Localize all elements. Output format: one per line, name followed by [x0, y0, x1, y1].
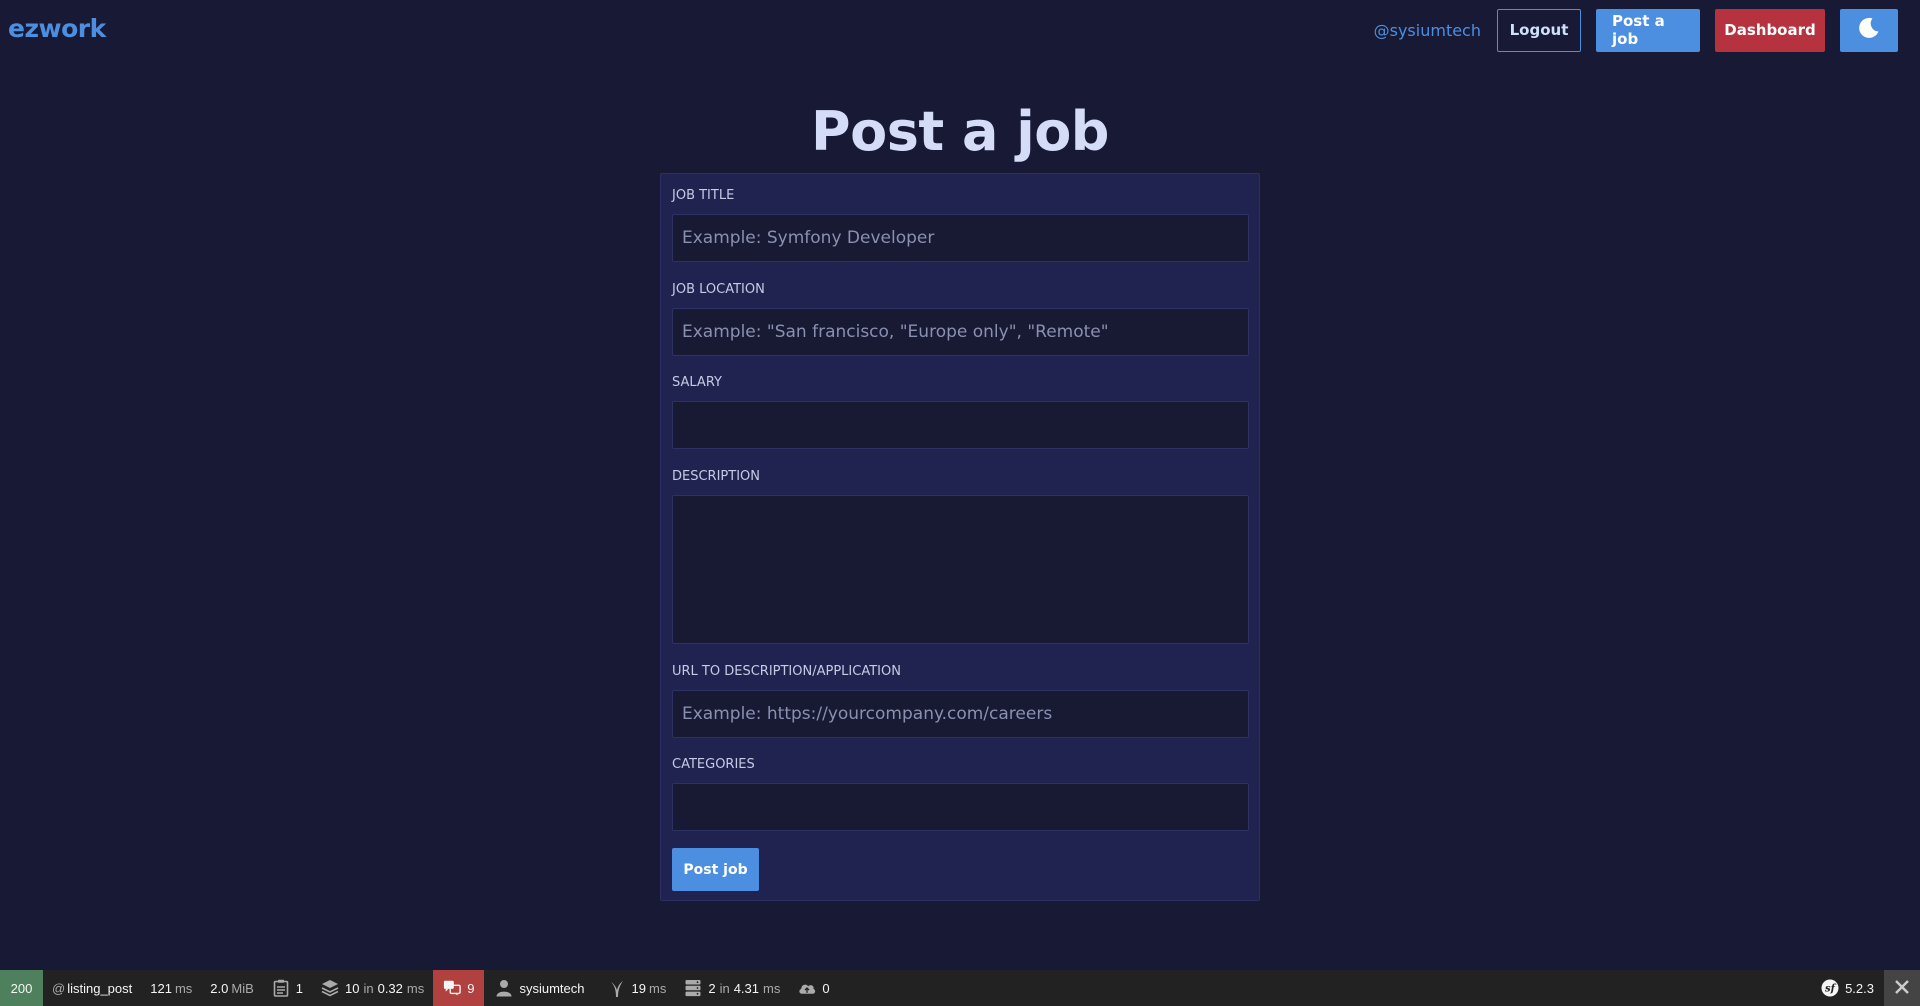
job-title-label: JOB TITLE	[672, 188, 735, 203]
post-job-submit-button[interactable]: Post job	[672, 848, 759, 891]
user-name: sysiumtech	[519, 980, 585, 996]
salary-label: SALARY	[672, 375, 722, 390]
status-code-badge[interactable]: 200	[0, 970, 43, 1006]
db-time: 4.31	[733, 980, 759, 996]
time-item[interactable]: 121 ms	[141, 970, 201, 1006]
symfony-logo-icon: sf	[1821, 979, 1839, 997]
time-value: 121	[150, 980, 172, 996]
categories-input[interactable]	[672, 783, 1249, 831]
toolbar-close-button[interactable]	[1884, 970, 1920, 1006]
route-prefix: @	[52, 980, 66, 996]
symfony-version: 5.2.3	[1845, 980, 1874, 996]
twig-item[interactable]: 19 ms	[594, 970, 676, 1006]
db-count: 2	[708, 980, 716, 996]
logs-item[interactable]: 1	[263, 970, 312, 1006]
db-in: in	[719, 980, 730, 996]
memory-unit: MiB	[231, 980, 254, 996]
post-job-form: JOB TITLE JOB LOCATION SALARY DESCRIPTIO…	[660, 173, 1260, 901]
theme-toggle-button[interactable]	[1840, 8, 1898, 52]
salary-input[interactable]	[672, 401, 1249, 449]
post-job-nav-button[interactable]: Post a job	[1596, 8, 1700, 52]
logs-count: 1	[295, 980, 303, 996]
logout-button[interactable]: Logout	[1497, 8, 1581, 52]
forms-item[interactable]: 10 in 0.32 ms	[312, 970, 433, 1006]
forms-in: in	[363, 980, 374, 996]
description-textarea[interactable]	[672, 495, 1249, 644]
database-item[interactable]: 2 in 4.31 ms	[675, 970, 789, 1006]
uploads-item[interactable]: 0	[789, 970, 838, 1006]
job-location-label: JOB LOCATION	[672, 282, 765, 297]
cloud-upload-icon	[798, 979, 816, 997]
brand-logo[interactable]: ezwork	[8, 14, 106, 43]
db-unit: ms	[763, 980, 781, 996]
job-location-input[interactable]	[672, 308, 1249, 356]
navbar: ezwork @sysiumtech Logout Post a job Das…	[0, 0, 1920, 62]
forms-time: 0.32	[377, 980, 403, 996]
categories-label: CATEGORIES	[672, 757, 755, 772]
url-input[interactable]	[672, 690, 1249, 738]
status-code: 200	[10, 980, 33, 996]
user-icon	[495, 979, 513, 997]
description-label: DESCRIPTION	[672, 469, 760, 484]
twig-time: 19	[631, 980, 646, 996]
clipboard-icon	[272, 979, 290, 997]
job-title-input[interactable]	[672, 214, 1249, 262]
twig-unit: ms	[648, 980, 667, 996]
memory-item[interactable]: 2.0 MiB	[201, 970, 262, 1006]
forms-unit: ms	[406, 980, 425, 996]
svg-text:sf: sf	[1825, 984, 1837, 995]
forms-count: 10	[345, 980, 360, 996]
toolbar-right: sf 5.2.3	[1812, 970, 1920, 1006]
page-title: Post a job	[811, 100, 1109, 163]
translation-item[interactable]: 9	[433, 970, 485, 1006]
debug-toolbar: 200 @ listing_post 121 ms 2.0 MiB 1 10 i…	[0, 970, 1920, 1006]
url-label: URL TO DESCRIPTION/APPLICATION	[672, 664, 901, 679]
symfony-version-item[interactable]: sf 5.2.3	[1812, 970, 1884, 1006]
time-unit: ms	[174, 980, 193, 996]
memory-value: 2.0	[210, 980, 229, 996]
uploads-count: 0	[822, 980, 830, 996]
moon-icon	[1857, 16, 1881, 44]
username-link[interactable]: @sysiumtech	[1374, 21, 1481, 40]
user-item[interactable]: sysiumtech	[484, 970, 593, 1006]
translation-count: 9	[467, 980, 475, 996]
close-icon	[1894, 979, 1910, 998]
translation-icon	[443, 979, 462, 997]
dashboard-button[interactable]: Dashboard	[1715, 8, 1825, 52]
twig-icon	[608, 979, 626, 997]
database-icon	[684, 979, 702, 997]
layers-icon	[321, 979, 339, 997]
route-name: listing_post	[67, 980, 133, 996]
route-item[interactable]: @ listing_post	[43, 970, 141, 1006]
nav-actions: @sysiumtech Logout Post a job Dashboard	[1374, 8, 1898, 52]
